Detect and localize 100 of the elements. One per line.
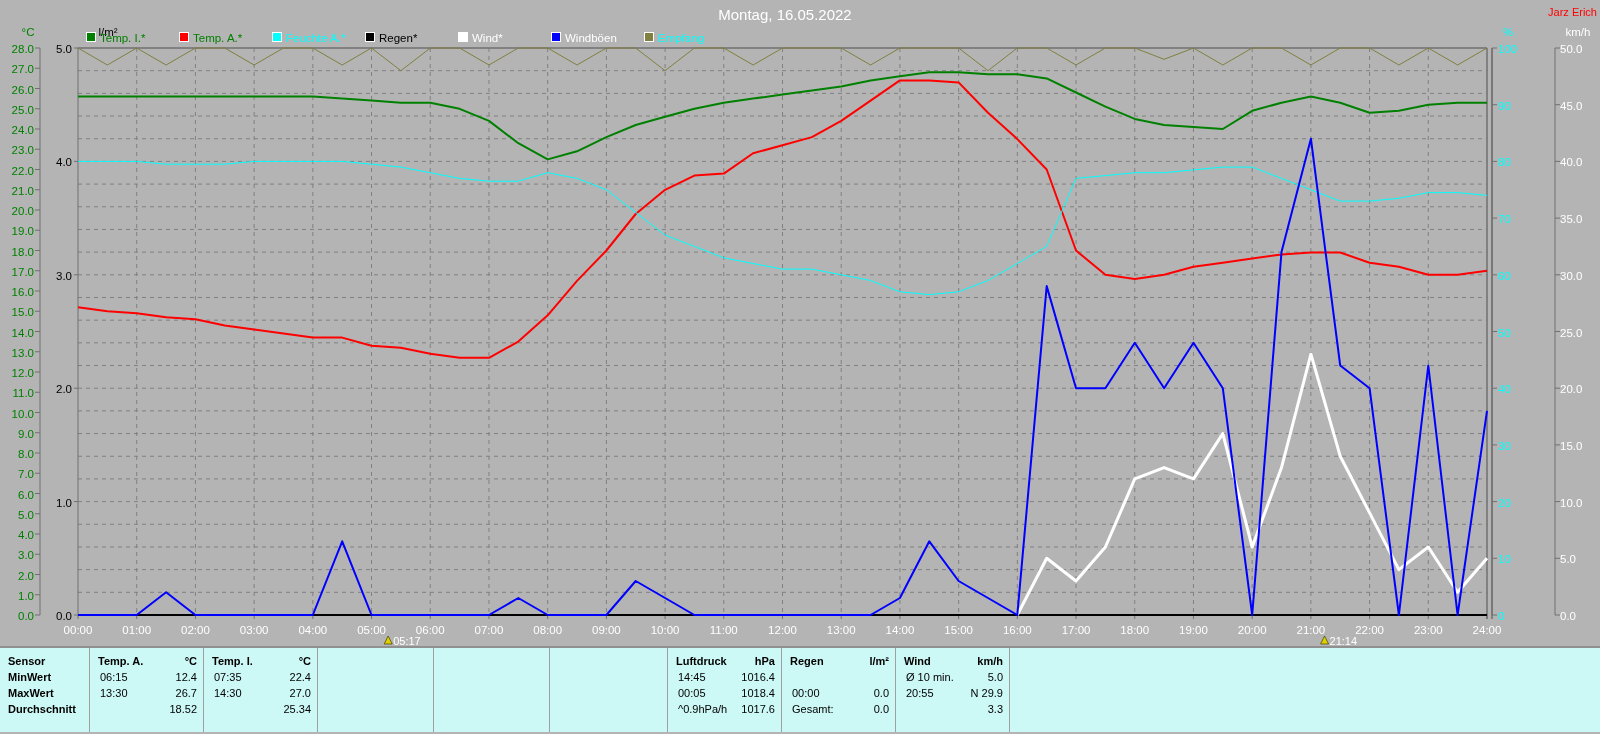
column-header: Luftdruck bbox=[676, 654, 728, 669]
table-cell-text: 1016.4 bbox=[741, 670, 775, 685]
axis-tick-label: 30 bbox=[1498, 439, 1511, 452]
axis-tick-label: 3.0 bbox=[56, 269, 72, 282]
legend-label: Empfang bbox=[658, 32, 705, 44]
axis-unit-label: km/h bbox=[1565, 26, 1591, 38]
row-label: MinWert bbox=[8, 670, 53, 685]
table-cell-text: 25.34 bbox=[283, 702, 311, 717]
axis-tick-label: 04:00 bbox=[298, 624, 328, 636]
axis-tick-label: 01:00 bbox=[122, 624, 152, 636]
axis-tick-label: 13:00 bbox=[826, 624, 856, 636]
axis-tick-label: 15:00 bbox=[944, 624, 973, 636]
axis-tick-label: 40.0 bbox=[1560, 156, 1583, 169]
axis-tick-label: 45.0 bbox=[1560, 99, 1583, 112]
axis-tick-label: 1.0 bbox=[18, 589, 34, 602]
table-cell-text: 3.3 bbox=[986, 702, 1003, 717]
axis-tick-label: 50.0 bbox=[1560, 43, 1583, 55]
axis-tick-label: 16.0 bbox=[11, 286, 34, 298]
axis-tick-label: 22.0 bbox=[11, 164, 34, 177]
axis-tick-label: 25.0 bbox=[1560, 326, 1583, 339]
axis-tick-label: 13.0 bbox=[11, 346, 34, 359]
axis-tick-label: 90 bbox=[1498, 99, 1511, 112]
axis-tick-label: 3.0 bbox=[18, 549, 34, 562]
axis-tick-label: 0 bbox=[1498, 610, 1505, 622]
row-label: MaxWert bbox=[8, 686, 55, 701]
row-label: Sensor bbox=[8, 654, 47, 669]
table-cell-text: 0.0 bbox=[872, 702, 889, 717]
axis-tick-label: 21.0 bbox=[11, 184, 34, 197]
axis-tick-label: 70 bbox=[1498, 213, 1511, 226]
axis-tick-label: 18.0 bbox=[11, 245, 34, 258]
legend-label: Feuchte A.* bbox=[286, 32, 346, 44]
axis-tick-label: 06:00 bbox=[415, 624, 445, 636]
axis-tick-label: 20.0 bbox=[11, 205, 34, 217]
axis-tick-label: 23:00 bbox=[1413, 624, 1443, 636]
column-header: Regen bbox=[790, 654, 825, 669]
legend-label: Wind* bbox=[472, 32, 503, 44]
axis-tick-label: 60 bbox=[1498, 269, 1511, 282]
legend-label: Regen* bbox=[379, 32, 418, 44]
axis-tick-label: 10.0 bbox=[1560, 496, 1583, 509]
unit-header: km/h bbox=[976, 654, 1003, 669]
axis-tick-label: 8.0 bbox=[18, 448, 34, 460]
axis-tick-label: 7.0 bbox=[18, 468, 34, 481]
axis-tick-label: 14:00 bbox=[885, 624, 915, 636]
axis-tick-label: 09:00 bbox=[592, 624, 621, 636]
table-cell-text: 1018.4 bbox=[741, 686, 775, 701]
table-cell-text: 14:45 bbox=[677, 670, 707, 685]
axis-tick-label: 25.0 bbox=[11, 103, 34, 116]
axis-tick-label: 30.0 bbox=[1560, 269, 1583, 282]
axis-tick-label: 08:00 bbox=[533, 624, 563, 636]
table-cell-text: 14:30 bbox=[213, 686, 243, 701]
author-label: Jarz Erich bbox=[1548, 6, 1597, 18]
row-label: Durchschnitt bbox=[8, 702, 77, 717]
axis-tick-label: 24.0 bbox=[11, 124, 34, 136]
table-cell-text: 06:15 bbox=[99, 670, 129, 685]
axis-tick-label: 26.0 bbox=[11, 83, 34, 96]
table-cell-text: 00:00 bbox=[791, 686, 821, 701]
axis-tick-label: 10 bbox=[1498, 553, 1511, 566]
axis-tick-label: 4.0 bbox=[18, 529, 34, 541]
axis-tick-label: 27.0 bbox=[11, 63, 34, 76]
axis-tick-label: 11:00 bbox=[709, 624, 738, 636]
axis-tick-label: 40 bbox=[1498, 383, 1511, 396]
axis-tick-label: 03:00 bbox=[239, 624, 269, 636]
axis-tick-label: 0.0 bbox=[18, 610, 34, 622]
axis-tick-label: 20 bbox=[1498, 496, 1511, 509]
table-cell-text: N 29.9 bbox=[970, 686, 1003, 701]
axis-unit-label: % bbox=[1502, 26, 1514, 38]
table-cell-text: 22.4 bbox=[288, 670, 311, 685]
axis-unit-label: °C bbox=[21, 26, 35, 38]
sun-time-label: 05:17 bbox=[393, 635, 421, 646]
axis-tick-label: 00:00 bbox=[63, 624, 93, 636]
axis-tick-label: 28.0 bbox=[11, 43, 34, 55]
table-cell-text: 20:55 bbox=[905, 686, 935, 701]
legend-label: Temp. A.* bbox=[193, 32, 243, 44]
axis-tick-label: 19.0 bbox=[11, 225, 34, 238]
table-cell-text: Ø 10 min. bbox=[905, 670, 955, 685]
axis-tick-label: 0.0 bbox=[1560, 610, 1576, 622]
axis-tick-label: 16:00 bbox=[1002, 624, 1032, 636]
axis-tick-label: 20:00 bbox=[1237, 624, 1267, 636]
axis-tick-label: 5.0 bbox=[56, 43, 72, 55]
axis-tick-label: 17.0 bbox=[11, 265, 34, 278]
table-cell-text: 26.7 bbox=[174, 686, 197, 701]
chart-title: Montag, 16.05.2022 bbox=[718, 6, 852, 23]
axis-tick-label: 5.0 bbox=[1560, 553, 1576, 566]
table-cell-text: 18.52 bbox=[169, 702, 197, 717]
column-header: Wind bbox=[904, 654, 932, 669]
table-cell-text: 12.4 bbox=[174, 670, 197, 685]
axis-tick-label: 18:00 bbox=[1120, 624, 1150, 636]
table-cell-text: 13:30 bbox=[99, 686, 129, 701]
table-cell-text: Gesamt: bbox=[791, 702, 835, 717]
axis-tick-label: 24:00 bbox=[1472, 624, 1502, 636]
axis-tick-label: 15.0 bbox=[11, 306, 34, 319]
axis-tick-label: 14.0 bbox=[11, 326, 34, 339]
unit-header: °C bbox=[183, 654, 197, 669]
unit-header: °C bbox=[297, 654, 311, 669]
axis-tick-label: 35.0 bbox=[1560, 213, 1583, 226]
axis-tick-label: 50 bbox=[1498, 326, 1511, 339]
axis-tick-label: 4.0 bbox=[56, 156, 72, 169]
axis-tick-label: 5.0 bbox=[18, 508, 34, 521]
axis-tick-label: 07:00 bbox=[474, 624, 504, 636]
column-header: Temp. A. bbox=[98, 654, 145, 669]
